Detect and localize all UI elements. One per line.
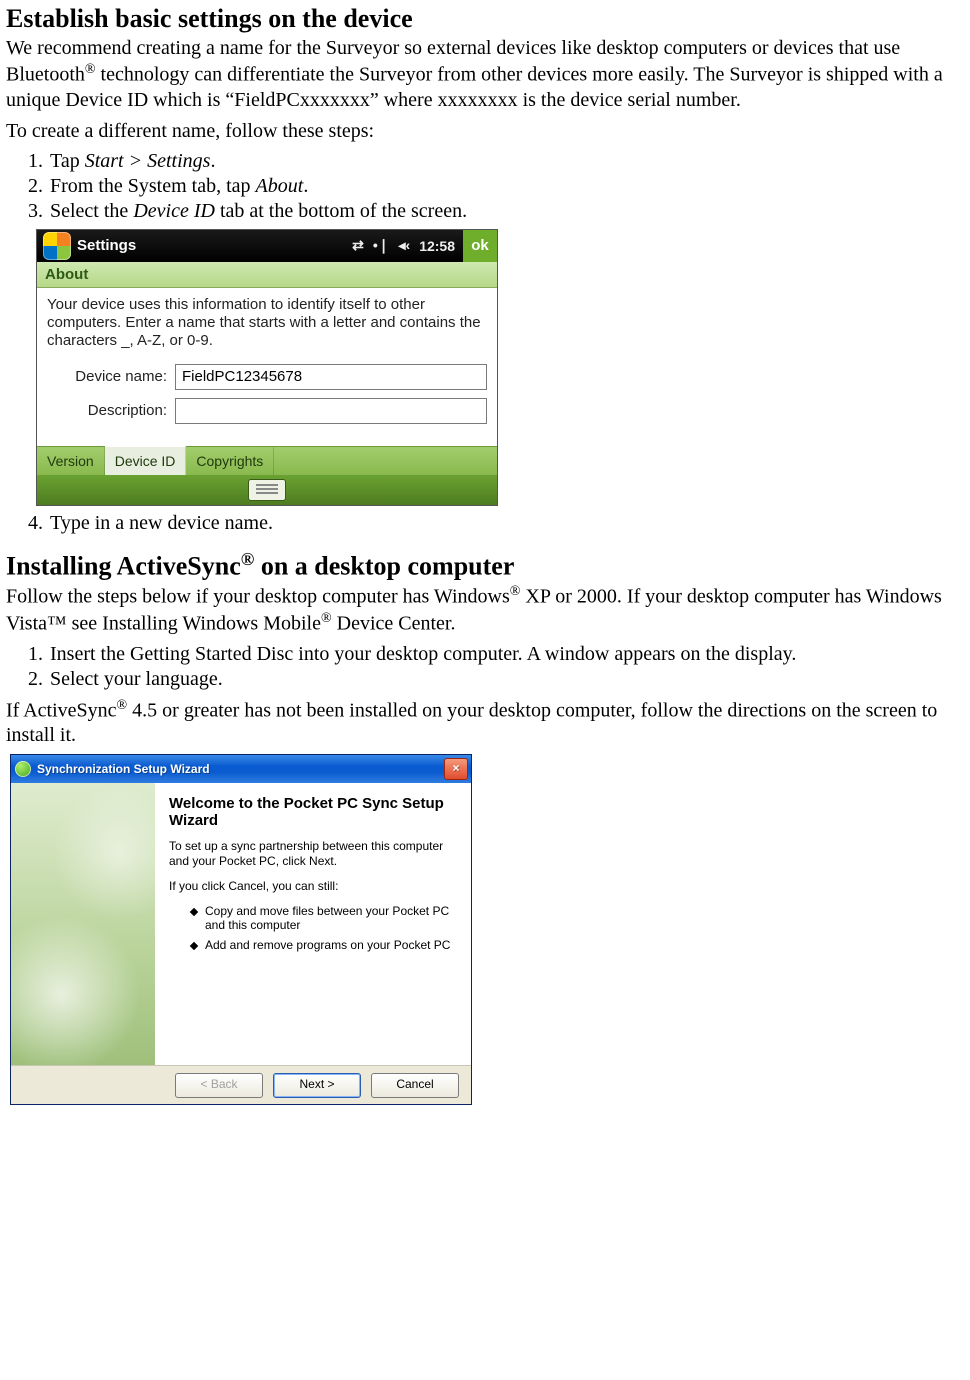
intro-steps-lead: To create a different name, follow these… xyxy=(6,119,964,144)
next-button[interactable]: Next > xyxy=(273,1073,361,1098)
window-title: Synchronization Setup Wizard xyxy=(37,762,444,776)
text: 4.5 or greater has not been installed on… xyxy=(6,699,937,746)
title-bar: Settings ⇄ •❘ ◂‹ 12:58 ok xyxy=(37,230,497,262)
text: . xyxy=(210,150,215,172)
activesync-icon xyxy=(15,761,31,777)
close-button[interactable]: × xyxy=(444,758,468,780)
input-description[interactable] xyxy=(175,398,487,424)
clock[interactable]: 12:58 xyxy=(419,238,455,254)
wizard-footer: < Back Next > Cancel xyxy=(11,1065,471,1104)
steps-list-2: Insert the Getting Started Disc into you… xyxy=(6,643,964,691)
text: If ActiveSync xyxy=(6,699,117,721)
registered-mark: ® xyxy=(321,611,332,626)
wizard-bullets: Copy and move files between your Pocket … xyxy=(191,904,455,952)
text: Installing ActiveSync xyxy=(6,551,241,580)
wizard-p2: If you click Cancel, you can still: xyxy=(169,879,455,894)
registered-mark: ® xyxy=(241,549,255,569)
start-icon[interactable] xyxy=(43,232,71,260)
signal-icon[interactable]: •❘ xyxy=(373,237,390,254)
label-device-name: Device name: xyxy=(47,368,175,385)
text: Select the xyxy=(50,200,133,222)
input-device-name[interactable] xyxy=(175,364,487,390)
wizard-main: Welcome to the Pocket PC Sync Setup Wiza… xyxy=(155,783,471,1065)
instruction-text: Your device uses this information to ide… xyxy=(47,296,487,350)
text: Device Center. xyxy=(332,613,456,635)
panel-body: Your device uses this information to ide… xyxy=(37,288,497,446)
panel-title-about: About xyxy=(37,262,497,288)
sync-icon[interactable]: ⇄ xyxy=(352,237,364,254)
registered-mark: ® xyxy=(510,584,521,599)
tab-copyrights[interactable]: Copyrights xyxy=(186,447,274,475)
wizard-p1: To set up a sync partnership between thi… xyxy=(169,839,455,869)
text: tab at the bottom of the screen. xyxy=(215,200,467,222)
system-tray: ⇄ •❘ ◂‹ 12:58 xyxy=(352,237,455,254)
activesync-paragraph: Follow the steps below if your desktop c… xyxy=(6,583,964,636)
intro-paragraph: We recommend creating a name for the Sur… xyxy=(6,36,964,113)
window-title: Settings xyxy=(77,237,136,254)
label-description: Description: xyxy=(47,402,175,419)
text: From the System tab, tap xyxy=(50,175,256,197)
text: Follow the steps below if your desktop c… xyxy=(6,586,510,608)
steps-list-1b: Type in a new device name. xyxy=(6,512,964,535)
wizard-side-graphic xyxy=(11,783,155,1065)
screenshot-sync-wizard: Synchronization Setup Wizard × Welcome t… xyxy=(10,754,472,1105)
text: Tap xyxy=(50,150,85,172)
tab-bar: Version Device ID Copyrights xyxy=(37,446,497,475)
activesync-note: If ActiveSync® 4.5 or greater has not be… xyxy=(6,697,964,749)
steps-list-1: Tap Start > Settings. From the System ta… xyxy=(6,150,964,223)
step-2: Select your language. xyxy=(48,668,964,691)
step-3: Select the Device ID tab at the bottom o… xyxy=(48,200,964,223)
sip-bar xyxy=(37,475,497,505)
step-1: Tap Start > Settings. xyxy=(48,150,964,173)
wizard-heading: Welcome to the Pocket PC Sync Setup Wiza… xyxy=(169,795,455,829)
registered-mark: ® xyxy=(117,698,128,713)
text: technology can differentiate the Surveyo… xyxy=(6,64,943,111)
cancel-button[interactable]: Cancel xyxy=(371,1073,459,1098)
screenshot-settings-about: Settings ⇄ •❘ ◂‹ 12:58 ok About Your dev… xyxy=(36,229,498,506)
text: on a desktop computer xyxy=(254,551,514,580)
title-bar: Synchronization Setup Wizard × xyxy=(11,755,471,783)
client-area: Welcome to the Pocket PC Sync Setup Wiza… xyxy=(11,783,471,1065)
menu-path: Start > Settings xyxy=(85,150,211,172)
keyboard-icon[interactable] xyxy=(248,479,286,501)
text: . xyxy=(303,175,308,197)
volume-icon[interactable]: ◂‹ xyxy=(398,237,410,254)
step-4: Type in a new device name. xyxy=(48,512,964,535)
about-item: About xyxy=(256,175,304,197)
step-2: From the System tab, tap About. xyxy=(48,175,964,198)
step-1: Insert the Getting Started Disc into you… xyxy=(48,643,964,666)
device-id-tab: Device ID xyxy=(133,200,215,222)
row-device-name: Device name: xyxy=(47,364,487,390)
tab-device-id[interactable]: Device ID xyxy=(105,446,187,475)
registered-mark: ® xyxy=(85,62,96,77)
heading-install-activesync: Installing ActiveSync® on a desktop comp… xyxy=(6,549,964,582)
tab-version[interactable]: Version xyxy=(37,447,105,475)
row-description: Description: xyxy=(47,398,487,424)
back-button: < Back xyxy=(175,1073,263,1098)
heading-establish-settings: Establish basic settings on the device xyxy=(6,4,964,34)
ok-button[interactable]: ok xyxy=(463,230,497,262)
bullet-2: Add and remove programs on your Pocket P… xyxy=(191,938,455,952)
bullet-1: Copy and move files between your Pocket … xyxy=(191,904,455,932)
